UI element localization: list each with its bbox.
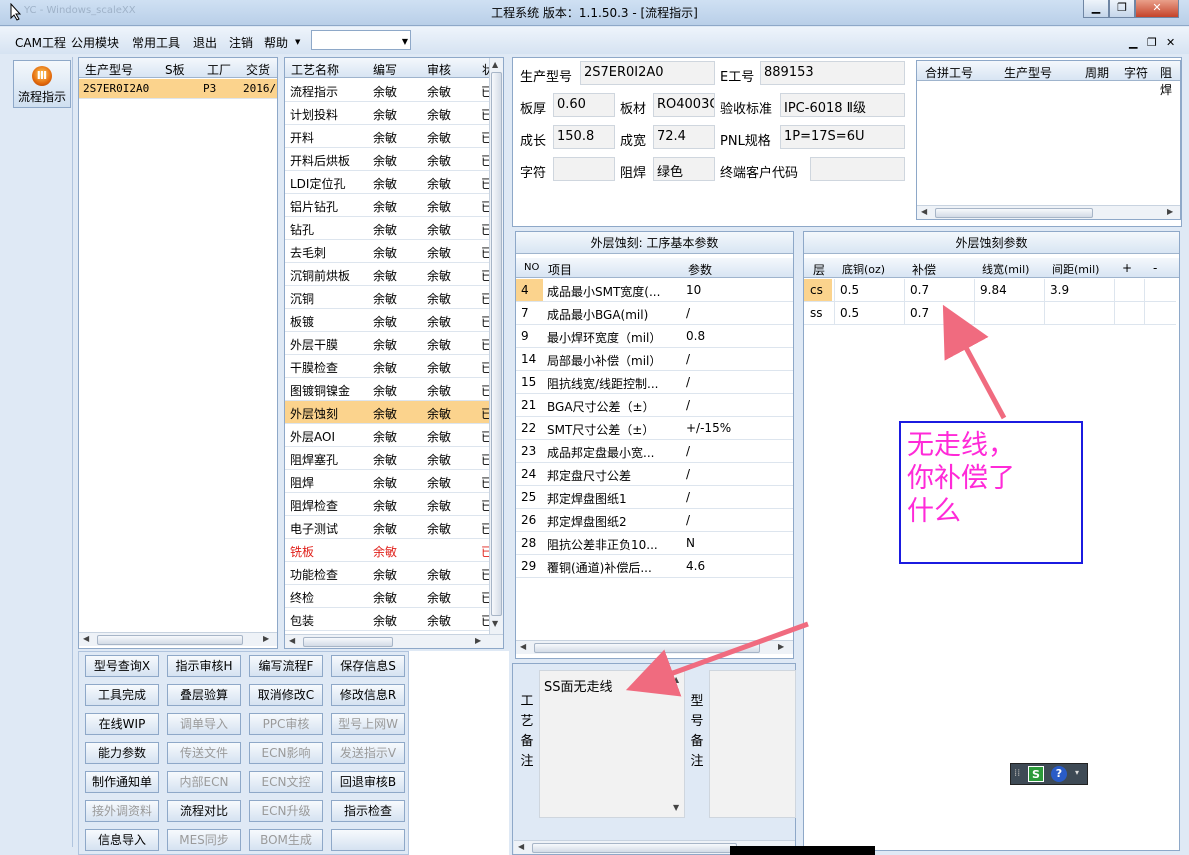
help-icon[interactable]: ? [1051,766,1067,782]
floating-toolbar[interactable]: ⁞⁞ S ? ▾ [1010,763,1088,785]
menu-arrow-icon[interactable]: ▾ [1075,768,1079,777]
arrow-to-note [625,621,809,697]
callout-line: 你补偿了 [907,463,1015,494]
arrow-to-etch [942,304,1007,420]
callout-text: 无走线， 你补偿了 什么 [907,429,1077,528]
annotation-callout: 无走线， 你补偿了 什么 [899,421,1083,564]
grip-icon[interactable]: ⁞⁞ [1014,768,1020,779]
s-icon[interactable]: S [1028,766,1044,782]
callout-line: 无走线， [907,430,1015,461]
callout-line: 什么 [907,496,961,527]
